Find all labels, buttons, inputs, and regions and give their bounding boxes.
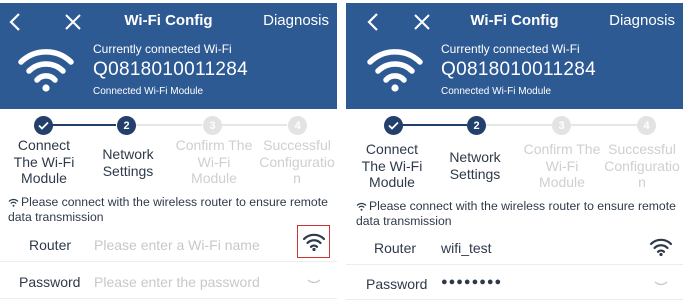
step-4-circle: 4 [637, 116, 656, 135]
step-connector [52, 124, 116, 126]
wifi-scan-icon[interactable] [302, 232, 326, 252]
step-connector [135, 124, 202, 126]
step-2-circle: 2 [467, 116, 486, 135]
connected-module-label: Connected Wi-Fi Module [93, 86, 204, 97]
connected-module-label: Connected Wi-Fi Module [441, 86, 552, 97]
step-4-circle: 4 [288, 116, 307, 135]
router-input[interactable]: wifi_test [441, 240, 631, 260]
step-2-circle: 2 [117, 116, 136, 135]
eye-closed-icon[interactable] [653, 279, 669, 289]
wifi-scan-icon[interactable] [649, 237, 673, 257]
password-row: Password [0, 265, 337, 299]
connected-wifi-ssid: Q0818010011284 [441, 59, 596, 80]
header: Wi-Fi Config Diagnosis Currently connect… [0, 3, 337, 109]
step-1-label: Connect The Wi-Fi Module [361, 141, 423, 190]
hint-text: Please connect with the wireless router … [356, 199, 676, 228]
password-label: Password [366, 276, 428, 292]
step-3-label: Confirm The Wi-Fi Module [175, 137, 253, 186]
step-connector [221, 124, 287, 126]
eye-closed-icon[interactable] [306, 277, 322, 287]
router-row: Router wifi_test [346, 231, 683, 265]
step-2-label: Network Settings [449, 149, 501, 182]
wifi-icon [356, 202, 367, 211]
wifi-icon [8, 198, 19, 207]
step-connector [401, 124, 467, 126]
check-icon [388, 121, 399, 130]
password-input[interactable]: ●●●●●●●● [441, 276, 631, 296]
diagnosis-button[interactable]: Diagnosis [609, 12, 675, 29]
password-row: Password ●●●●●●●● [346, 266, 683, 300]
check-icon [38, 121, 49, 130]
password-label: Password [19, 274, 81, 290]
wifi-config-screen-left: Wi-Fi Config Diagnosis Currently connect… [0, 0, 337, 301]
hint-text: Please connect with the wireless router … [8, 195, 328, 224]
wifi-config-screen-right: Wi-Fi Config Diagnosis Currently connect… [346, 0, 683, 301]
step-1-circle [384, 116, 403, 135]
connected-wifi-label: Currently connected Wi-Fi [93, 42, 232, 56]
step-4-label: Successful Configuratio n [604, 141, 680, 190]
step-connector [486, 124, 552, 126]
step-1-label: Connect The Wi-Fi Module [13, 137, 75, 186]
step-3-label: Confirm The Wi-Fi Module [523, 141, 601, 190]
step-3-circle: 3 [203, 116, 222, 135]
connected-wifi-ssid: Q0818010011284 [93, 59, 248, 80]
wifi-icon [367, 49, 423, 92]
header: Wi-Fi Config Diagnosis Currently connect… [346, 3, 683, 109]
step-1-circle [34, 116, 53, 135]
router-row: Router [0, 225, 337, 262]
step-2-label: Network Settings [102, 146, 154, 179]
step-connector [571, 124, 637, 126]
diagnosis-button[interactable]: Diagnosis [263, 12, 329, 29]
step-4-label: Successful Configuratio n [259, 137, 335, 186]
connected-wifi-label: Currently connected Wi-Fi [441, 42, 580, 56]
step-3-circle: 3 [552, 116, 571, 135]
wifi-icon [18, 49, 74, 92]
router-label: Router [374, 240, 417, 256]
router-label: Router [29, 237, 72, 253]
password-input[interactable] [94, 272, 284, 292]
router-input[interactable] [94, 235, 284, 255]
